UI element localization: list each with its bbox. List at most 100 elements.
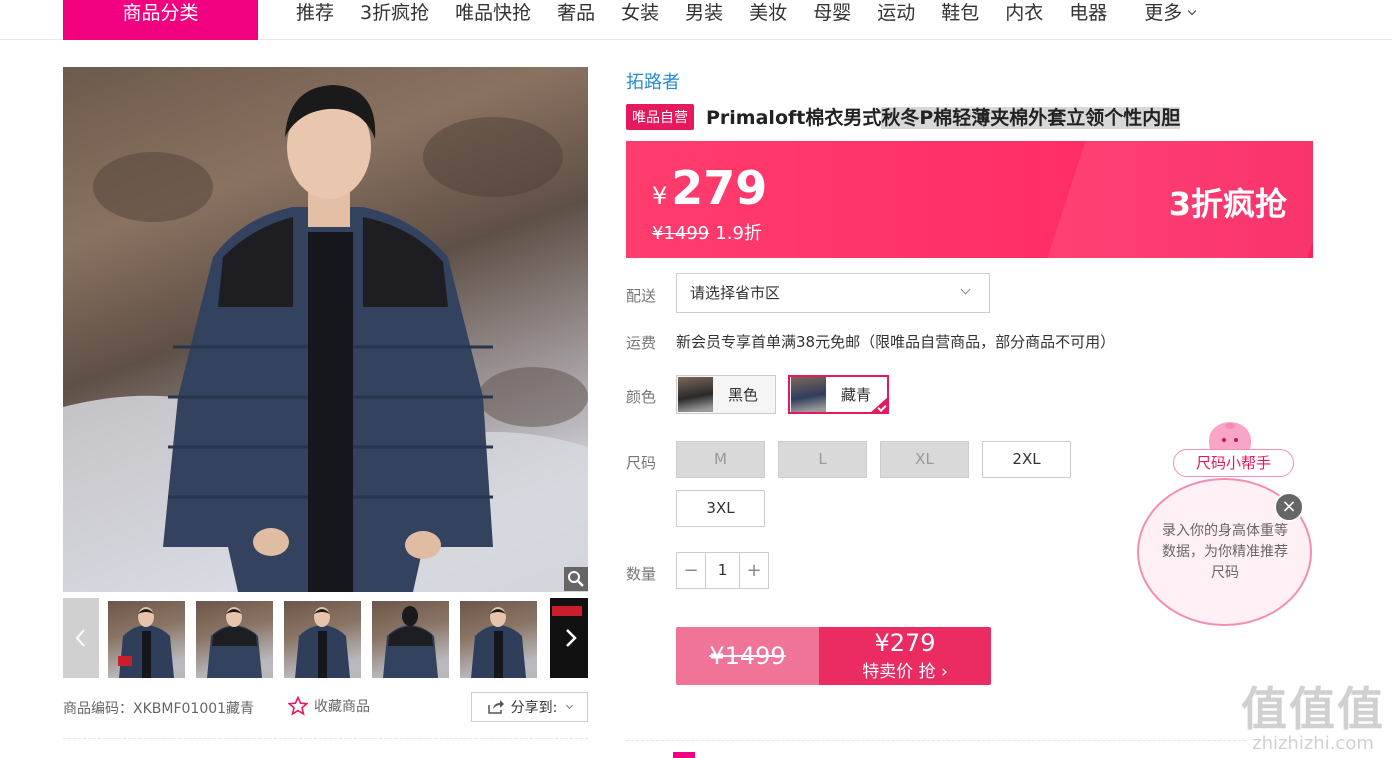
magnifier-icon <box>568 571 584 587</box>
nav-item-luxury[interactable]: 奢品 <box>544 0 608 26</box>
favorite-button[interactable]: 收藏商品 <box>288 696 370 716</box>
address-select-placeholder: 请选择省市区 <box>690 284 781 302</box>
chevron-down-icon <box>960 284 971 295</box>
quantity-increase-button[interactable]: + <box>740 553 768 588</box>
nav-item-appliances[interactable]: 电器 <box>1056 0 1120 26</box>
product-code-value: XKBMF01001藏青 <box>133 701 255 717</box>
thumbnail[interactable] <box>460 601 537 678</box>
chevron-left-icon <box>75 629 85 647</box>
nav-item-beauty[interactable]: 美妆 <box>736 0 800 26</box>
buy-button[interactable]: ¥1499 ¥279 特卖价 抢 › <box>676 627 991 685</box>
thumbnail-photo <box>471 607 526 678</box>
nav-item-baby[interactable]: 母婴 <box>800 0 864 26</box>
original-price: ¥1499 <box>652 223 710 244</box>
size-option-xl[interactable]: XL <box>880 441 969 478</box>
buy-sale-area: ¥279 特卖价 抢 › <box>819 627 991 685</box>
thumbnail-strip <box>63 598 588 678</box>
color-name: 黑色 <box>728 386 759 404</box>
thumbnail-photo <box>118 607 174 678</box>
divider <box>626 740 1246 741</box>
sale-price: ¥ 279 <box>652 161 767 215</box>
size-label: 尺码 <box>626 454 657 472</box>
nav-items: 推荐 3折疯抢 唯品快抢 奢品 女装 男装 美妆 母婴 运动 鞋包 内衣 电器 … <box>283 0 1208 26</box>
star-icon <box>288 696 308 716</box>
self-operated-badge: 唯品自营 <box>626 103 694 130</box>
favorite-label: 收藏商品 <box>314 699 370 715</box>
buy-sale-price: ¥279 <box>874 629 936 657</box>
size-option-3xl[interactable]: 3XL <box>676 490 765 527</box>
color-option-navy[interactable]: 藏青 <box>788 375 889 414</box>
price-sub: ¥1499 1.9折 <box>652 219 762 245</box>
title-main: Primaloft棉衣男式 <box>706 107 882 129</box>
close-icon[interactable]: × <box>1274 492 1304 522</box>
main-product-image[interactable] <box>63 67 588 592</box>
share-icon <box>487 700 504 714</box>
size-option-l[interactable]: L <box>778 441 867 478</box>
nav-more-label: 更多 <box>1144 2 1183 24</box>
nav-item-men[interactable]: 男装 <box>672 0 736 26</box>
nav-item-recommend[interactable]: 推荐 <box>283 0 347 26</box>
shipping-text: 新会员专享首单满38元免邮（限唯品自营商品，部分商品不可用） <box>676 333 1116 351</box>
thumbnail-photo <box>207 607 262 678</box>
chevron-right-icon <box>552 606 582 647</box>
quantity-stepper: − 1 + <box>676 552 769 589</box>
nav-item-shoes-bags[interactable]: 鞋包 <box>928 0 992 26</box>
thumbnail-next-button[interactable] <box>550 598 588 678</box>
nav-more[interactable]: 更多 <box>1120 0 1208 26</box>
watermark-url: zhizhizhi.com <box>1252 733 1374 754</box>
thumbnail[interactable] <box>196 601 273 678</box>
product-title: Primaloft棉衣男式秋冬P棉轻薄夹棉外套立领个性内胆 <box>706 103 1181 130</box>
size-option-m[interactable]: M <box>676 441 765 478</box>
brand-link[interactable]: 拓路者 <box>626 68 680 94</box>
buy-action-label: 特卖价 抢 › <box>862 662 948 682</box>
thumbnail[interactable] <box>108 601 185 678</box>
discount-label: 1.9折 <box>715 223 762 244</box>
shipping-label: 运费 <box>626 334 657 352</box>
product-meta-row: 商品编码：XKBMF01001藏青 收藏商品 分享到: <box>63 692 588 722</box>
color-name: 藏青 <box>841 386 872 404</box>
quantity-input[interactable]: 1 <box>705 553 740 588</box>
size-helper-text: 录入你的身高体重等数据，为你精准推荐尺码 <box>1162 523 1288 581</box>
thumbnail-prev-button[interactable] <box>63 598 99 678</box>
share-label: 分享到: <box>510 700 558 716</box>
zoom-button[interactable] <box>564 567 588 591</box>
buy-original-price: ¥1499 <box>676 627 819 685</box>
color-label: 颜色 <box>626 388 657 406</box>
share-button[interactable]: 分享到: <box>471 692 588 722</box>
nav-item-women[interactable]: 女装 <box>608 0 672 26</box>
nav-item-quick-buy[interactable]: 唯品快抢 <box>442 0 544 26</box>
nav-item-flash-30[interactable]: 3折疯抢 <box>347 0 442 26</box>
top-nav: 商品分类 推荐 3折疯抢 唯品快抢 奢品 女装 男装 美妆 母婴 运动 鞋包 内… <box>0 0 1392 40</box>
watermark-logo: 值值值 <box>1241 682 1385 736</box>
title-highlighted: 秋冬P棉轻薄夹棉外套立领个性内胆 <box>881 107 1181 129</box>
section-marker <box>673 752 695 758</box>
sale-price-value: 279 <box>671 161 768 215</box>
category-button[interactable]: 商品分类 <box>63 0 258 40</box>
thumbnail-photo <box>383 606 438 678</box>
product-code: 商品编码：XKBMF01001藏青 <box>63 698 254 718</box>
nav-item-underwear[interactable]: 内衣 <box>992 0 1056 26</box>
color-option-black[interactable]: 黑色 <box>676 375 776 414</box>
color-swatch <box>791 377 826 412</box>
product-photo <box>63 85 588 592</box>
divider <box>63 738 588 739</box>
chevron-down-icon <box>566 701 574 709</box>
color-swatch <box>678 377 713 412</box>
thumbnail[interactable] <box>372 601 449 678</box>
delivery-label: 配送 <box>626 287 657 305</box>
product-title-row: 唯品自营 Primaloft棉衣男式秋冬P棉轻薄夹棉外套立领个性内胆 <box>626 103 1181 130</box>
currency-symbol: ¥ <box>652 182 668 210</box>
quantity-decrease-button[interactable]: − <box>677 553 705 588</box>
product-code-label: 商品编码： <box>63 701 133 717</box>
watermark: 值值值 zhizhizhi.com <box>1238 673 1388 754</box>
thumbnail-photo <box>295 607 350 678</box>
price-banner: ¥ 279 ¥1499 1.9折 3折疯抢 <box>626 141 1313 258</box>
size-helper-tag[interactable]: 尺码小帮手 <box>1173 449 1294 477</box>
size-option-2xl[interactable]: 2XL <box>982 441 1071 478</box>
chevron-down-icon <box>1188 6 1197 16</box>
thumbnail[interactable] <box>284 601 361 678</box>
nav-item-sports[interactable]: 运动 <box>864 0 928 26</box>
promo-label: 3折疯抢 <box>1168 185 1287 223</box>
address-select[interactable]: 请选择省市区 <box>676 273 990 313</box>
quantity-label: 数量 <box>626 565 657 583</box>
